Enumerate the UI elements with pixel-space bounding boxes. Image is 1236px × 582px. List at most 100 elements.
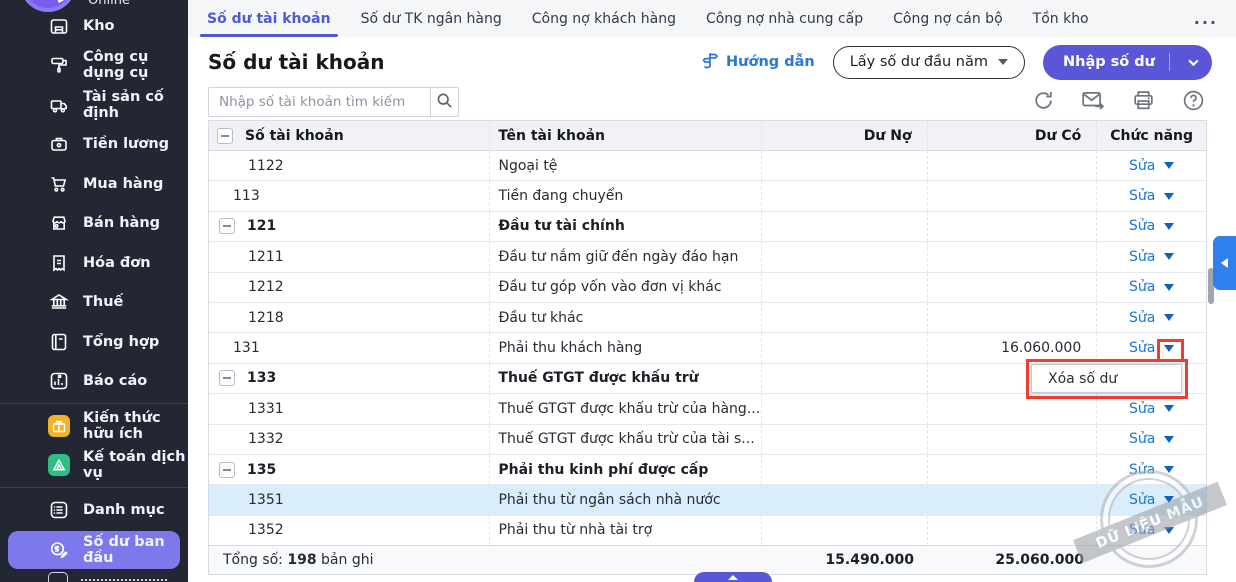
sidebar-item-tong-hop[interactable]: Tổng hợp: [0, 322, 188, 362]
page-title: Số dư tài khoản: [208, 50, 385, 74]
row-actions-caret-icon[interactable]: [1164, 405, 1174, 412]
sidebar-item-ke-toan-dich-vu[interactable]: Kế toán dịch vụ: [0, 446, 188, 486]
sidebar-item-tai-san-co-dinh[interactable]: Tài sản cố định: [0, 85, 188, 125]
sidebar-item-hoa-don[interactable]: Hóa đơn: [0, 243, 188, 283]
table-row[interactable]: 1332 Thuế GTGT được khấu trừ của tài s..…: [209, 425, 1206, 455]
tab-cong-no-can-bo[interactable]: Công nợ cán bộ: [878, 0, 1018, 37]
search-group: [208, 87, 459, 117]
edit-link[interactable]: Sửa: [1129, 431, 1155, 447]
sidebar-item-danh-muc[interactable]: Danh mục: [0, 490, 188, 530]
sidebar-item-label: Kho: [83, 18, 115, 34]
edit-link[interactable]: Sửa: [1129, 462, 1155, 478]
row-actions-caret-icon[interactable]: [1164, 527, 1174, 534]
sidebar-item-partial[interactable]: [48, 572, 167, 582]
account-name: Thuế GTGT được khấu trừ của hàng...: [498, 401, 760, 417]
collapse-toggle[interactable]: [219, 462, 235, 478]
table-row[interactable]: 1218 Đầu tư khác Sửa: [209, 303, 1206, 333]
sidebar-item-thue[interactable]: Thuế: [0, 283, 188, 323]
chevron-up-icon: [728, 575, 738, 580]
search-button[interactable]: [430, 87, 459, 117]
tab-label: Công nợ nhà cung cấp: [706, 11, 863, 27]
balance-table: Số tài khoản Tên tài khoản Dư Nợ Dư Có C…: [208, 120, 1207, 546]
sidebar-item-kho[interactable]: Kho: [0, 6, 188, 46]
row-actions-caret-icon[interactable]: [1164, 284, 1174, 291]
table-row-selected[interactable]: 1351 Phải thu từ ngân sách nhà nước Sửa: [209, 485, 1206, 515]
sidebar-item-bao-cao[interactable]: Báo cáo: [0, 362, 188, 402]
header-name: Tên tài khoản: [490, 121, 761, 150]
tab-label: Tồn kho: [1033, 11, 1089, 27]
scroll-up-handle[interactable]: [694, 572, 772, 582]
more-tabs-button[interactable]: ...: [1194, 9, 1218, 28]
refresh-icon[interactable]: [1031, 88, 1055, 112]
sidebar-item-so-du-ban-dau[interactable]: Số dư ban đầu: [8, 531, 180, 569]
side-panel-toggle[interactable]: [1213, 236, 1236, 290]
get-opening-balance-button[interactable]: Lấy số dư đầu năm: [833, 46, 1025, 79]
account-number: 113: [233, 188, 260, 204]
edit-link[interactable]: Sửa: [1129, 340, 1155, 356]
column-label: Số tài khoản: [245, 128, 344, 144]
enter-balance-button[interactable]: Nhập số dư: [1043, 45, 1212, 80]
send-mail-icon[interactable]: [1081, 88, 1105, 112]
sidebar-item-ban-hang[interactable]: Bán hàng: [0, 204, 188, 244]
guide-link[interactable]: Hướng dẫn: [701, 51, 815, 73]
table-row-131[interactable]: 131 Phải thu khách hàng 16.060.000 Sửa: [209, 333, 1206, 363]
edit-link[interactable]: Sửa: [1129, 310, 1155, 326]
table-row[interactable]: 1122 Ngoại tệ Sửa: [209, 151, 1206, 181]
tab-so-du-tk-ngan-hang[interactable]: Số dư TK ngân hàng: [346, 0, 517, 37]
menu-item-delete-balance[interactable]: Xóa số dư: [1032, 371, 1181, 387]
sidebar-item-tien-luong[interactable]: Tiền lương: [0, 125, 188, 165]
tab-ton-kho[interactable]: Tồn kho: [1018, 0, 1104, 37]
sidebar-item-cong-cu-dung-cu[interactable]: Công cụ dụng cụ: [0, 46, 188, 86]
edit-link[interactable]: Sửa: [1129, 279, 1155, 295]
table-row[interactable]: 1212 Đầu tư góp vốn vào đơn vị khác Sửa: [209, 273, 1206, 303]
row-actions-caret-icon[interactable]: [1164, 253, 1174, 260]
edit-link[interactable]: Sửa: [1129, 522, 1155, 538]
edit-link[interactable]: Sửa: [1129, 218, 1155, 234]
edit-link[interactable]: Sửa: [1129, 249, 1155, 265]
row-actions-menu: Xóa số dư: [1031, 364, 1182, 393]
tab-so-du-tai-khoan[interactable]: Số dư tài khoản: [192, 0, 346, 37]
edit-link[interactable]: Sửa: [1129, 492, 1155, 508]
table-row[interactable]: 121 Đầu tư tài chính Sửa: [209, 212, 1206, 242]
table-row[interactable]: 135 Phải thu kinh phí được cấp Sửa: [209, 455, 1206, 485]
report-icon: [48, 370, 70, 392]
sidebar-item-mua-hang[interactable]: Mua hàng: [0, 164, 188, 204]
help-icon[interactable]: [1181, 88, 1205, 112]
collapse-toggle[interactable]: [219, 218, 235, 234]
select-all-checkbox[interactable]: [217, 128, 233, 144]
column-label: Tên tài khoản: [498, 128, 605, 144]
bank-icon: [48, 291, 70, 313]
table-row[interactable]: 1352 Phải thu từ nhà tài trợ Sửa: [209, 516, 1206, 546]
row-actions-caret-icon[interactable]: [1164, 193, 1174, 200]
table-row[interactable]: 1331 Thuế GTGT được khấu trừ của hàng...…: [209, 394, 1206, 424]
table-row[interactable]: 113 Tiền đang chuyển Sửa: [209, 181, 1206, 211]
chevron-down-icon[interactable]: [1180, 49, 1206, 75]
tab-cong-no-khach-hang[interactable]: Công nợ khách hàng: [517, 0, 691, 37]
table-row[interactable]: 1211 Đầu tư nắm giữ đến ngày đáo hạn Sửa: [209, 242, 1206, 272]
edit-link[interactable]: Sửa: [1129, 158, 1155, 174]
row-actions-caret-icon[interactable]: [1164, 496, 1174, 503]
warehouse-icon: [48, 15, 70, 37]
column-label: Dư Nợ: [864, 128, 912, 144]
tab-label: Số dư tài khoản: [207, 11, 331, 27]
account-number: 1332: [248, 431, 284, 447]
search-input[interactable]: [208, 87, 430, 117]
edit-link[interactable]: Sửa: [1129, 401, 1155, 417]
row-actions-caret-icon[interactable]: [1164, 345, 1174, 352]
header-actions: Hướng dẫn Lấy số dư đầu năm Nhập số dư: [701, 45, 1212, 80]
sidebar-item-label: Thuế: [83, 294, 123, 310]
row-actions-caret-icon[interactable]: [1164, 223, 1174, 230]
tab-cong-no-nha-cung-cap[interactable]: Công nợ nhà cung cấp: [691, 0, 878, 37]
table-footer: Tổng số: 198 bản ghi 15.490.000 25.060.0…: [208, 545, 1207, 575]
row-actions-caret-icon[interactable]: [1164, 436, 1174, 443]
sidebar-item-kien-thuc-huu-ich[interactable]: Kiến thức hữu ích: [0, 406, 188, 446]
row-actions-caret-icon[interactable]: [1164, 162, 1174, 169]
collapse-toggle[interactable]: [219, 370, 235, 386]
edit-link[interactable]: Sửa: [1129, 188, 1155, 204]
account-number: 1352: [248, 522, 284, 538]
row-actions-caret-icon[interactable]: [1164, 466, 1174, 473]
print-icon[interactable]: [1131, 88, 1155, 112]
page-header: Số dư tài khoản Hướng dẫn Lấy số dư đầu …: [188, 37, 1236, 87]
sidebar-item-label: Kiến thức hữu ích: [83, 410, 188, 442]
row-actions-caret-icon[interactable]: [1164, 314, 1174, 321]
